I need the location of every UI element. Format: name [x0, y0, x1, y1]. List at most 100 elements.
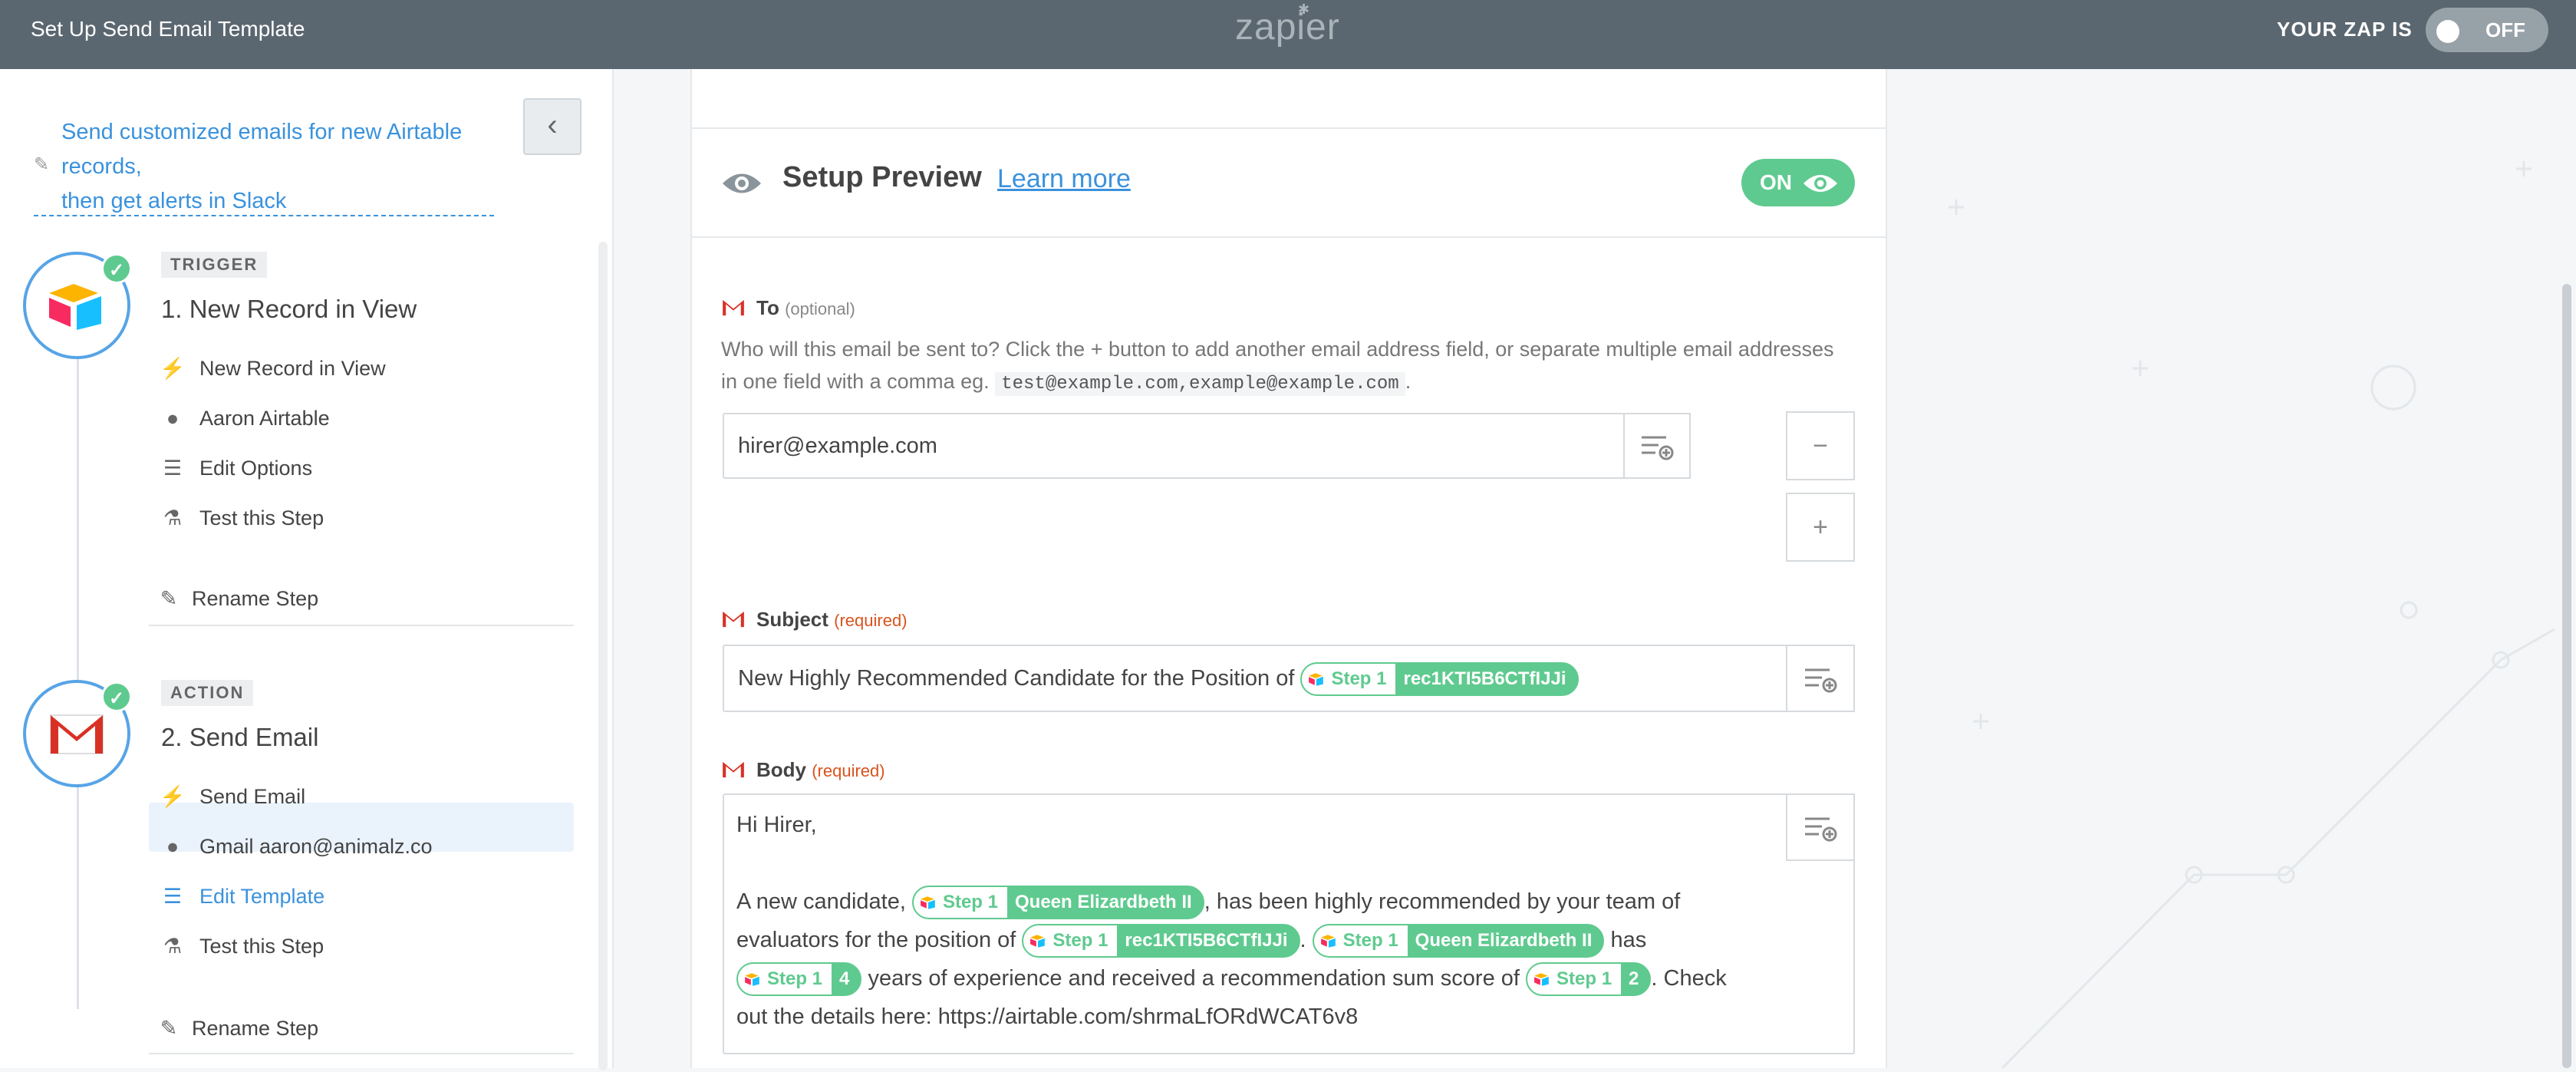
preview-toggle[interactable]: ON [1741, 159, 1855, 206]
insert-data-button[interactable] [1623, 413, 1691, 479]
eye-icon [1803, 174, 1838, 193]
label-text: Subject [756, 608, 828, 631]
pill-step: Step 1 [1342, 930, 1398, 952]
input-value: hirer@example.com [738, 434, 937, 458]
insert-data-button[interactable] [1786, 793, 1855, 861]
data-pill[interactable]: Step 1 rec1KTI5B6CTfIJJi [1300, 662, 1579, 697]
sidebar-item-account[interactable]: ● Gmail aaron@animalz.co [153, 823, 433, 869]
add-field-button[interactable]: + [1786, 493, 1855, 562]
airtable-icon [1320, 935, 1336, 948]
step-name[interactable]: 2. Send Email [161, 723, 318, 752]
rename-step-button[interactable]: ✎ Rename Step [153, 576, 318, 622]
help-text: . [1405, 370, 1412, 393]
sidebar-item-test-step[interactable]: ⚗ Test this Step [153, 495, 324, 541]
minus-icon: − [1813, 431, 1828, 460]
subject-input[interactable]: New Highly Recommended Candidate for the… [723, 645, 1789, 712]
to-help-text: Who will this email be sent to? Click th… [721, 333, 1856, 401]
to-field-label: To (optional) [721, 296, 855, 320]
sidebar-item-app-event[interactable]: ⚡ New Record in View [153, 345, 386, 391]
zap-on-off-toggle[interactable]: OFF [2426, 8, 2548, 52]
toggle-label: OFF [2485, 18, 2525, 41]
subject-field-label: Subject (required) [721, 608, 908, 632]
flask-icon: ⚗ [163, 935, 183, 958]
pill-step: Step 1 [942, 892, 998, 913]
body-text-run: evaluators for the position of [736, 928, 1016, 952]
body-text-run: has [1610, 928, 1647, 952]
airtable-icon [1309, 673, 1324, 687]
page-title: Set Up Send Email Template [31, 17, 305, 41]
pill-step: Step 1 [1331, 668, 1387, 690]
pill-value: rec1KTI5B6CTfIJJi [1125, 930, 1288, 952]
label-text: To [756, 296, 779, 319]
pill-value: Queen Elizardbeth II [1014, 892, 1192, 913]
pencil-icon: ✎ [160, 587, 178, 610]
logo-text: zapier [1235, 7, 1340, 48]
sidebar-scrollbar[interactable] [598, 242, 608, 1070]
list-icon: ☰ [163, 885, 183, 908]
pill-value: Queen Elizardbeth II [1415, 930, 1593, 952]
asterisk-icon: ✱ [1298, 2, 1311, 17]
sidebar-item-edit-template[interactable]: ☰ Edit Template [153, 873, 324, 919]
body-field-label: Body (required) [721, 758, 885, 782]
zap-name[interactable]: Send customized emails for new Airtable … [61, 115, 491, 219]
network-pattern [1948, 161, 2555, 1070]
sidebar-item-label: Send Email [199, 785, 306, 808]
zap-status-label: YOUR ZAP IS [2277, 18, 2413, 41]
label-text: Body [756, 758, 806, 781]
pencil-icon: ✎ [160, 1017, 178, 1040]
sidebar-item-app-event[interactable]: ⚡ Send Email [153, 773, 305, 820]
subject-text: New Highly Recommended Candidate for the… [738, 666, 1295, 691]
rename-step-button[interactable]: ✎ Rename Step [153, 1005, 318, 1051]
pill-value: rec1KTI5B6CTfIJJi [1403, 668, 1566, 690]
page-scrollbar[interactable] [2562, 284, 2571, 1068]
step-name[interactable]: 1. New Record in View [161, 295, 417, 324]
top-bar: Set Up Send Email Template zapier ✱ YOUR … [0, 0, 2576, 69]
check-icon: ✓ [101, 253, 132, 284]
data-pill[interactable]: Step 1 rec1KTI5B6CTfIJJi [1022, 924, 1300, 958]
insert-field-icon [1805, 668, 1837, 693]
body-text-run: . Check [1651, 966, 1727, 991]
pill-value: 2 [1629, 968, 1639, 990]
to-email-input[interactable]: hirer@example.com [723, 413, 1628, 479]
rename-label: Rename Step [192, 587, 319, 610]
sidebar-item-label: Test this Step [199, 935, 324, 958]
insert-field-icon [1805, 817, 1837, 842]
eye-icon [723, 173, 761, 193]
body-content: Hi Hirer, A new candidate, Step 1 Queen E… [736, 806, 1787, 1036]
sidebar-item-label: Edit Options [199, 457, 313, 480]
sidebar-item-label: Aaron Airtable [199, 407, 330, 430]
airtable-icon [1534, 973, 1549, 987]
insert-field-icon [1642, 436, 1674, 460]
data-pill[interactable]: Step 1 4 [736, 962, 862, 997]
collapse-sidebar-button[interactable]: ‹ [523, 98, 581, 155]
body-text-run: . [1300, 928, 1306, 952]
data-pill[interactable]: Step 1 2 [1526, 962, 1652, 997]
zap-name-line: then get alerts in Slack [61, 189, 287, 213]
user-icon: ● [166, 407, 180, 430]
check-icon: ✓ [101, 681, 132, 712]
gmail-icon [723, 299, 744, 316]
pill-step: Step 1 [1556, 968, 1612, 990]
pill-value: 4 [839, 968, 850, 990]
data-pill[interactable]: Step 1 Queen Elizardbeth II [911, 886, 1204, 920]
toggle-knob [2436, 20, 2459, 43]
sidebar-item-label: Test this Step [199, 506, 324, 529]
zapier-logo[interactable]: zapier ✱ [1235, 2, 1340, 48]
divider [149, 625, 574, 626]
divider [690, 127, 1887, 129]
sidebar-item-edit-options[interactable]: ☰ Edit Options [153, 445, 312, 491]
sidebar-item-account[interactable]: ● Aaron Airtable [153, 395, 330, 441]
body-text-run: A new candidate, [736, 889, 906, 914]
preview-toggle-label: ON [1760, 170, 1792, 194]
insert-data-button[interactable] [1786, 645, 1855, 712]
sidebar-item-test-step[interactable]: ⚗ Test this Step [153, 923, 324, 969]
label-qualifier: (optional) [785, 299, 855, 318]
help-text: Who will this email be sent to? Click th… [721, 338, 1834, 361]
remove-field-button[interactable]: − [1786, 411, 1855, 480]
flask-icon: ⚗ [163, 506, 183, 529]
body-text-run: , has been highly recommended by your te… [1204, 889, 1681, 914]
data-pill[interactable]: Step 1 Queen Elizardbeth II [1312, 924, 1605, 958]
learn-more-link[interactable]: Learn more [997, 164, 1131, 194]
sidebar-item-label: New Record in View [199, 357, 386, 380]
step-tag: ACTION [161, 680, 254, 706]
